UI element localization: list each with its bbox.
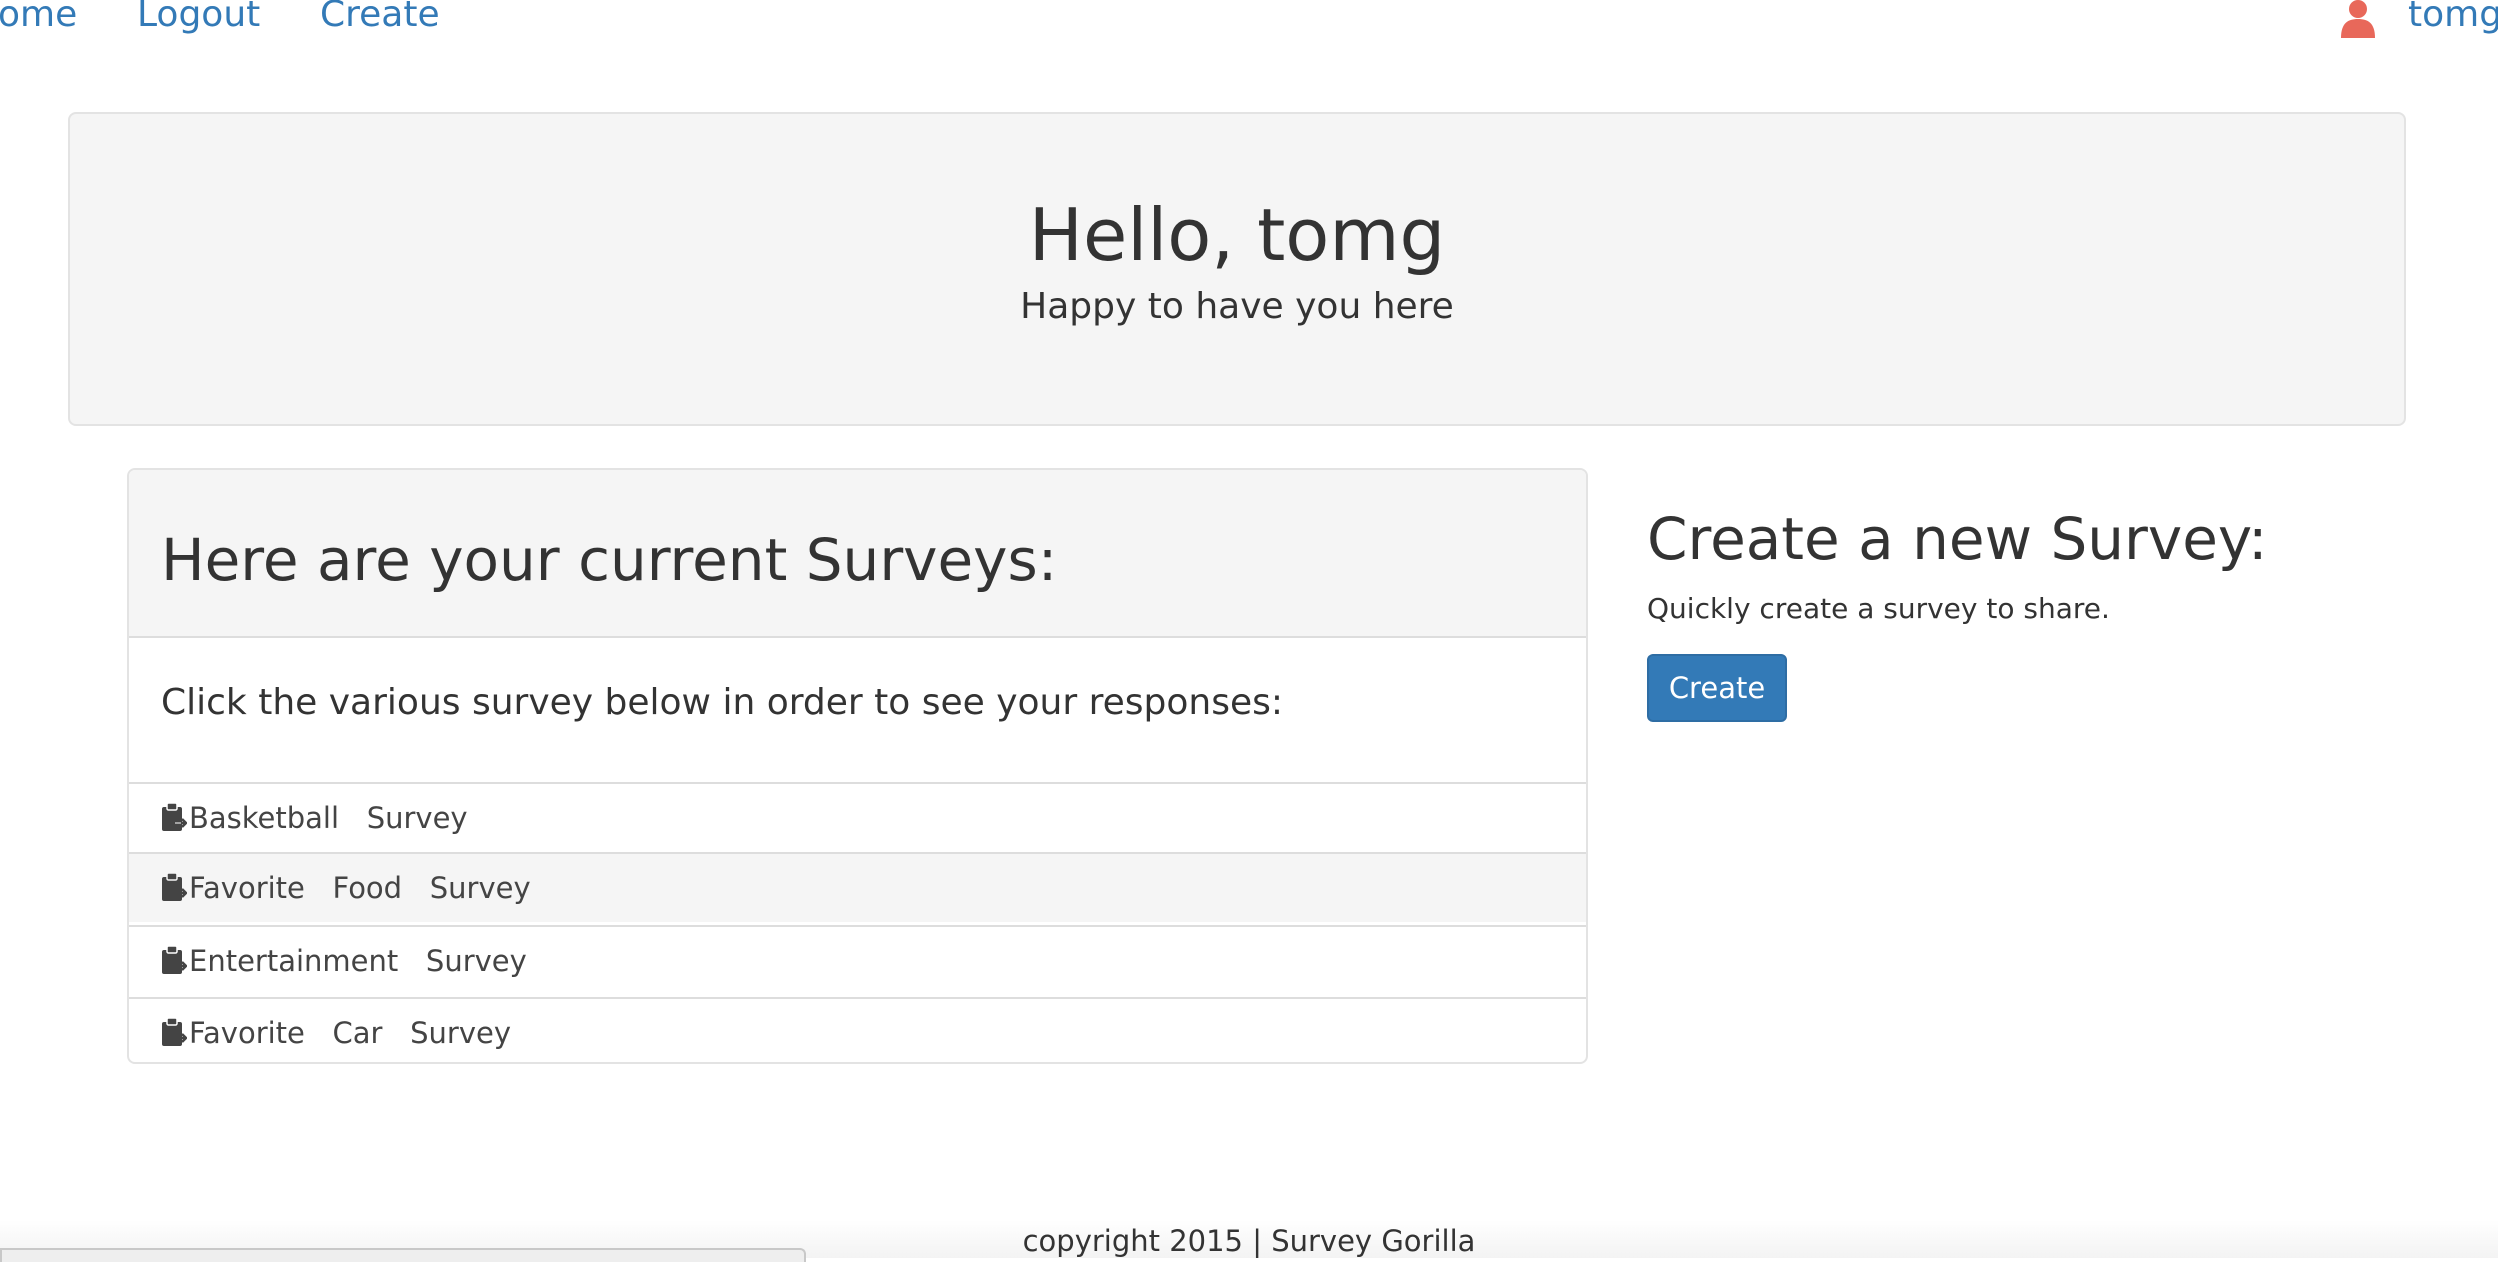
surveys-panel-title: Here are your current Surveys: <box>161 526 1058 594</box>
clipboard-icon <box>162 946 187 974</box>
create-survey-subtitle: Quickly create a survey to share. <box>1647 592 2110 625</box>
user-icon <box>2341 0 2375 38</box>
survey-list-item[interactable]: Favorite Car Survey <box>129 997 1586 1062</box>
surveys-panel-heading: Here are your current Surveys: <box>129 470 1586 638</box>
user-name-link[interactable]: tomg <box>2408 0 2498 35</box>
clipboard-icon <box>162 803 187 831</box>
create-survey-title: Create a new Survey: <box>1647 505 2268 573</box>
welcome-subtitle: Happy to have you here <box>1020 286 1454 327</box>
welcome-jumbotron: Hello, tomg Happy to have you here <box>68 112 2406 426</box>
survey-list-item[interactable]: Favorite Food Survey <box>129 852 1586 922</box>
survey-item-label: Entertainment Survey <box>189 944 527 978</box>
welcome-title: Hello, tomg <box>1028 193 1446 277</box>
survey-list-item[interactable]: Basketball Survey <box>129 782 1586 852</box>
clipboard-icon <box>162 1018 187 1046</box>
survey-item-label: Favorite Car Survey <box>189 1016 512 1050</box>
nav-create-link[interactable]: Create <box>320 0 440 35</box>
browser-status-bar <box>0 1248 806 1262</box>
clipboard-icon <box>162 873 187 901</box>
nav-home-link[interactable]: ome <box>0 0 77 35</box>
survey-item-label: Favorite Food Survey <box>189 871 531 905</box>
survey-list-item[interactable]: Entertainment Survey <box>129 925 1586 995</box>
nav-logout-link[interactable]: Logout <box>137 0 260 35</box>
survey-item-label: Basketball Survey <box>189 801 468 835</box>
create-survey-button[interactable]: Create <box>1647 654 1787 722</box>
surveys-panel: Here are your current Surveys: Click the… <box>127 468 1588 1064</box>
surveys-panel-description: Click the various survey below in order … <box>161 682 1284 723</box>
